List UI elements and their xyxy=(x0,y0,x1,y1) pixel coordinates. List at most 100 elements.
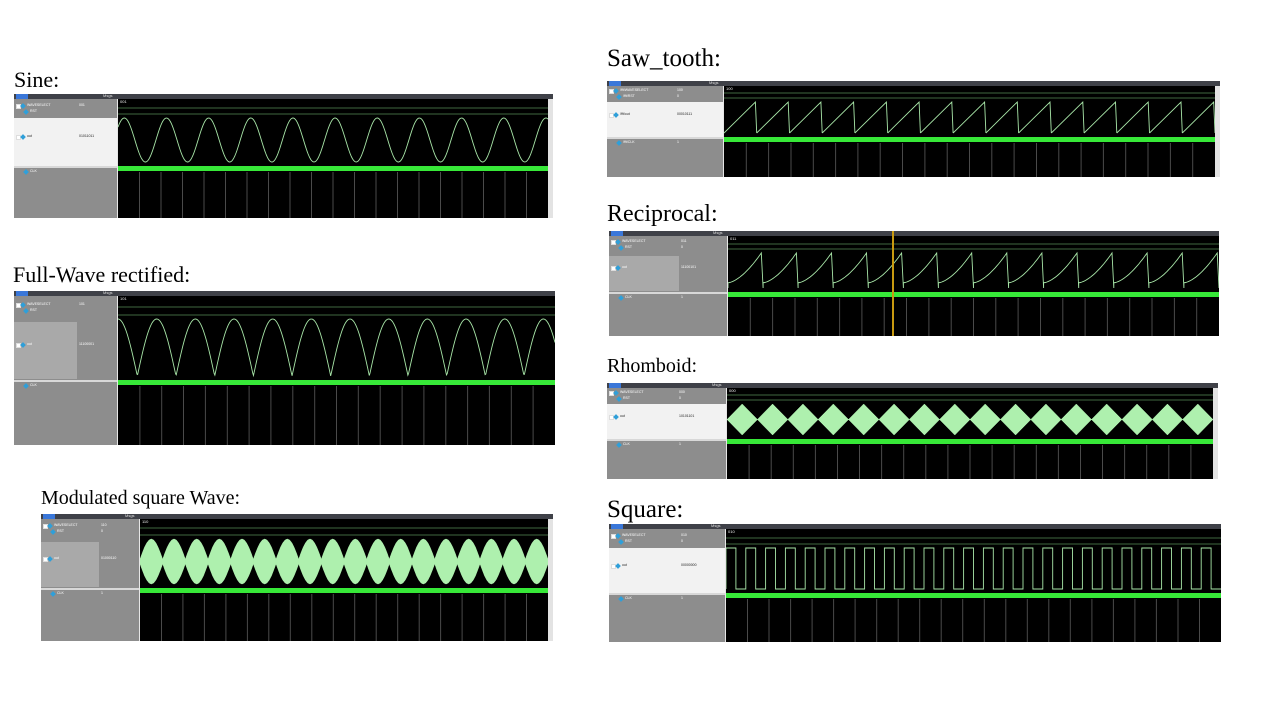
out-waveform xyxy=(140,538,548,585)
waveform-area[interactable]: 001 xyxy=(118,99,548,218)
signal-name-rst[interactable]: RST xyxy=(30,308,37,313)
signal-name-waveselect[interactable]: WAVESELECT xyxy=(27,103,51,108)
signal-name-waveselect[interactable]: WAVESELECT xyxy=(27,302,51,307)
out-waveform xyxy=(727,403,1213,436)
msgs-label: Msgs xyxy=(712,383,722,387)
signal-name-waveselect[interactable]: WAVESELECT xyxy=(622,533,646,538)
signal-values-column: 100 0 00010111 1 xyxy=(675,86,724,177)
signal-icon xyxy=(23,169,29,175)
msgs-label: Msgs xyxy=(709,81,719,85)
out-waveform xyxy=(118,318,555,378)
signal-value: 00000000 xyxy=(681,563,697,567)
clock-signal-bar xyxy=(727,439,1213,444)
signal-name-out[interactable]: out xyxy=(622,563,627,568)
signal-icon xyxy=(50,529,56,535)
row-divider xyxy=(607,440,677,441)
signal-name-waveselect[interactable]: WAVESELECT xyxy=(622,239,646,244)
waveform-area[interactable]: 011 xyxy=(728,236,1219,336)
caption-reciprocal: Reciprocal: xyxy=(607,201,718,227)
signal-values-column: 001 01011011 xyxy=(77,99,118,218)
vertical-scrollbar[interactable] xyxy=(548,519,553,641)
waveform-area[interactable]: 000 xyxy=(727,388,1213,479)
signal-value: 0 xyxy=(101,529,103,533)
signal-name-rst[interactable]: RST xyxy=(623,396,630,401)
signal-name-fftrst[interactable]: /fft/RST xyxy=(623,94,635,99)
signal-value: 0 xyxy=(679,396,681,400)
signal-value: 11100001 xyxy=(79,342,95,346)
bus-value-label: 100 xyxy=(726,86,733,91)
signal-icon xyxy=(20,103,26,109)
saw-tooth-waveform-panel: Msgs/fft/WAVESELECT/fft/RST/fft/out/fft/… xyxy=(607,81,1220,177)
caption-sine: Sine: xyxy=(14,67,60,92)
signal-value: 00010111 xyxy=(677,112,693,116)
signal-name-fftout[interactable]: /fft/out xyxy=(620,112,630,117)
selected-row-highlight xyxy=(607,404,677,439)
caption-full-wave: Full-Wave rectified: xyxy=(13,262,191,287)
signal-name-rst[interactable]: RST xyxy=(57,529,64,534)
signal-name-out[interactable]: out xyxy=(27,342,32,347)
full-wave-waveform-panel: Msgs WAVESELECT RST out CLK 101 11100001 101 xyxy=(14,291,555,445)
signal-value: 011 xyxy=(681,239,687,243)
out-waveform xyxy=(726,547,1221,590)
waveform-area[interactable]: 101 xyxy=(118,296,555,445)
signal-value: 10101101 xyxy=(679,414,695,418)
signal-name-clk[interactable]: CLK xyxy=(30,383,37,388)
bus-value-label: 010 xyxy=(728,529,735,534)
bus-value-label: 000 xyxy=(729,388,736,393)
msgs-label: Msgs xyxy=(103,291,113,295)
caption-rhomboid: Rhomboid: xyxy=(607,355,698,377)
square-waveform-panel: Msgs WAVESELECT RST out CLK 010 0 00000000 1 010 xyxy=(609,524,1221,642)
vertical-scrollbar[interactable] xyxy=(548,99,553,218)
bus-value-label: 101 xyxy=(120,296,127,301)
signal-name-fftwaveselect[interactable]: /fft/WAVESELECT xyxy=(620,88,648,93)
out-waveform xyxy=(728,251,1219,289)
signal-icon xyxy=(618,539,624,545)
signal-name-clk[interactable]: CLK xyxy=(625,295,632,300)
vertical-scrollbar[interactable] xyxy=(1213,388,1218,479)
signal-value: 001 xyxy=(79,103,85,107)
signal-names-column: /fft/WAVESELECT/fft/RST/fft/out/fft/CLK xyxy=(607,86,676,177)
signal-icon xyxy=(618,596,624,602)
waveform-area[interactable]: 100 xyxy=(724,86,1215,177)
signal-name-out[interactable]: out xyxy=(620,414,625,419)
signal-name-waveselect[interactable]: WAVESELECT xyxy=(54,523,78,528)
waveform-canvas xyxy=(118,107,548,218)
signal-icon xyxy=(618,295,624,301)
waveform-canvas xyxy=(728,243,1219,336)
row-divider xyxy=(679,293,727,294)
row-divider xyxy=(675,138,723,139)
signal-icon xyxy=(50,591,56,597)
rhomboid-waveform-panel: Msgs WAVESELECT RST out CLK 000 0 10101101 1 000 xyxy=(607,383,1218,479)
signal-name-rst[interactable]: RST xyxy=(625,539,632,544)
signal-icon xyxy=(616,94,622,100)
row-divider xyxy=(14,167,77,168)
signal-name-out[interactable]: out xyxy=(54,556,59,561)
waveform-canvas xyxy=(726,537,1221,642)
signal-name-rst[interactable]: RST xyxy=(30,109,37,114)
signal-name-clk[interactable]: CLK xyxy=(30,169,37,174)
signal-value: 1 xyxy=(677,140,679,144)
waveform-area[interactable]: 010 xyxy=(726,529,1221,642)
signal-value: 0 xyxy=(681,539,683,543)
vertical-scrollbar[interactable] xyxy=(1215,86,1220,177)
signal-name-clk[interactable]: CLK xyxy=(623,442,630,447)
signal-icon xyxy=(23,383,29,389)
signal-values-column: 010 0 00000000 1 xyxy=(679,529,726,642)
signal-value: 11100101 xyxy=(681,265,697,269)
signal-names-column: WAVESELECT RST out CLK xyxy=(607,388,678,479)
signal-name-out[interactable]: out xyxy=(622,265,627,270)
signal-icon xyxy=(23,308,29,314)
signal-name-waveselect[interactable]: WAVESELECT xyxy=(620,390,644,395)
waveform-area[interactable]: 110 xyxy=(140,519,548,641)
signal-name-clk[interactable]: CLK xyxy=(57,591,64,596)
signal-name-out[interactable]: out xyxy=(27,134,32,139)
signal-name-clk[interactable]: CLK xyxy=(625,596,632,601)
bus-value-label: 011 xyxy=(730,236,737,241)
reciprocal-waveform-panel: Msgs WAVESELECT RST out CLK 011 0 11100101 1 011 xyxy=(609,231,1219,336)
signal-name-rst[interactable]: RST xyxy=(625,245,632,250)
row-divider xyxy=(14,381,77,382)
signal-value: 100 xyxy=(677,88,683,92)
signal-name-fftclk[interactable]: /fft/CLK xyxy=(623,140,635,145)
time-cursor[interactable] xyxy=(892,231,894,336)
out-waveform xyxy=(118,117,548,163)
